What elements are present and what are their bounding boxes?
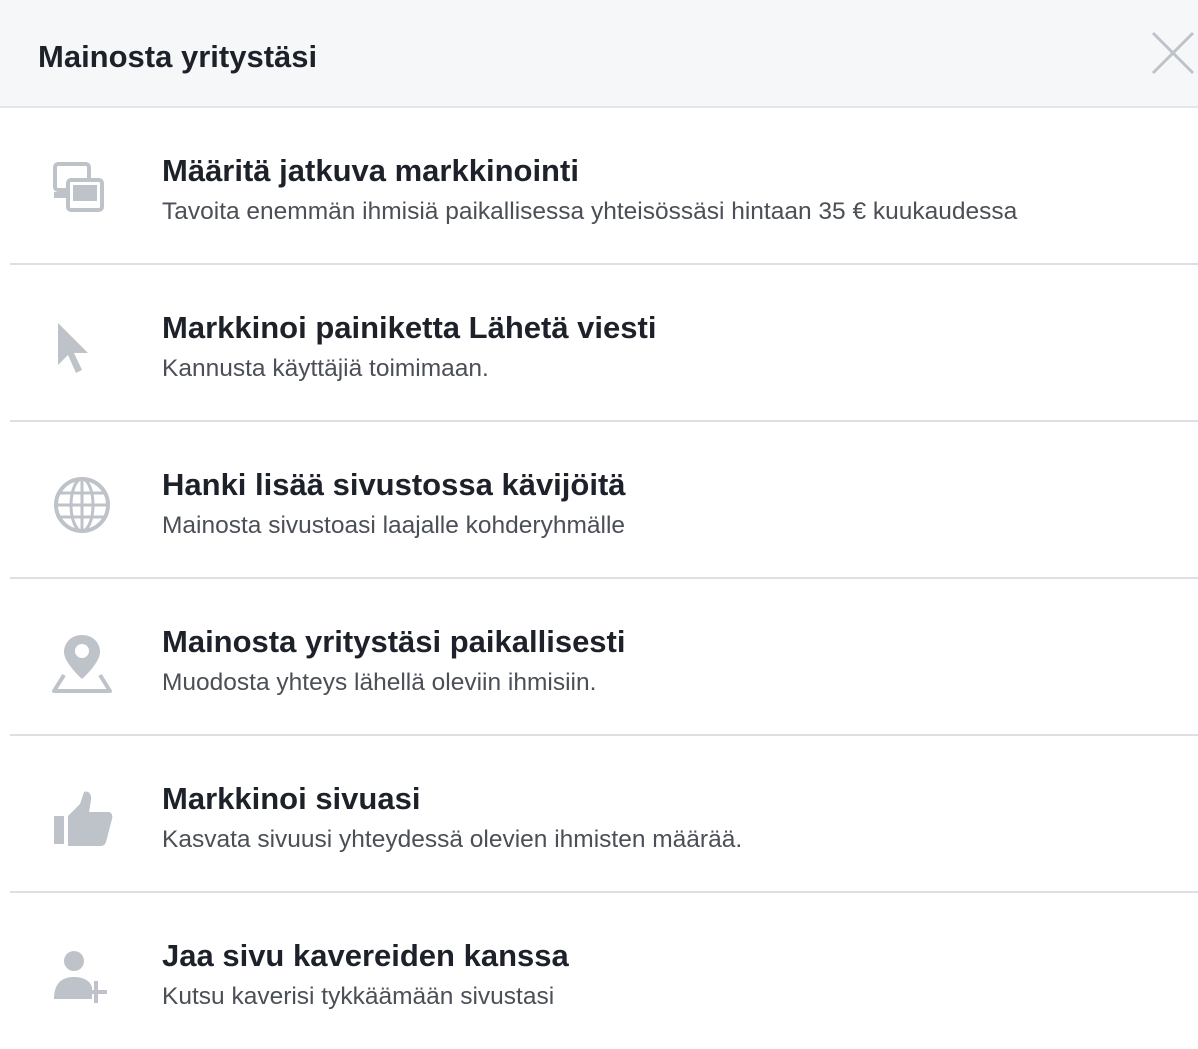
dialog-title: Mainosta yritystäsi — [38, 39, 318, 74]
option-ongoing-marketing[interactable]: Määritä jatkuva markkinointi Tavoita ene… — [0, 108, 1198, 265]
option-title: Hanki lisää sivustossa kävijöitä — [162, 467, 626, 502]
option-description: Kutsu kaverisi tykkäämään sivustasi — [162, 983, 555, 1010]
option-promote-locally[interactable]: Mainosta yritystäsi paikallisesti Muodos… — [0, 579, 1198, 736]
globe-icon — [50, 476, 116, 536]
option-website-visitors[interactable]: Hanki lisää sivustossa kävijöitä Mainost… — [0, 422, 1198, 579]
add-friend-icon — [50, 947, 116, 1007]
option-promote-page[interactable]: Markkinoi sivuasi Kasvata sivuusi yhteyd… — [0, 736, 1198, 893]
option-title: Määritä jatkuva markkinointi — [162, 153, 579, 188]
option-description: Kasvata sivuusi yhteydessä olevien ihmis… — [162, 826, 743, 853]
dialog-header: Mainosta yritystäsi — [0, 0, 1198, 108]
devices-icon — [50, 162, 116, 222]
option-share-with-friends[interactable]: Jaa sivu kavereiden kanssa Kutsu kaveris… — [0, 893, 1198, 1049]
promote-options-list: Määritä jatkuva markkinointi Tavoita ene… — [0, 108, 1198, 1049]
option-title: Markkinoi painiketta Lähetä viesti — [162, 310, 657, 345]
option-title: Markkinoi sivuasi — [162, 781, 421, 816]
cursor-icon — [50, 319, 116, 379]
option-description: Muodosta yhteys lähellä oleviin ihmisiin… — [162, 669, 597, 696]
option-title: Mainosta yritystäsi paikallisesti — [162, 624, 626, 659]
option-description: Mainosta sivustoasi laajalle kohderyhmäl… — [162, 512, 626, 539]
option-description: Kannusta käyttäjiä toimimaan. — [162, 355, 489, 382]
option-description: Tavoita enemmän ihmisiä paikallisessa yh… — [162, 198, 1018, 225]
promote-dialog: Mainosta yritystäsi Määritä jatkuva mark… — [0, 0, 1198, 1049]
option-title: Jaa sivu kavereiden kanssa — [162, 938, 569, 973]
close-button[interactable] — [1150, 30, 1196, 76]
close-icon — [1151, 31, 1195, 75]
option-send-message-button[interactable]: Markkinoi painiketta Lähetä viesti Kannu… — [0, 265, 1198, 422]
thumbs-up-icon — [50, 790, 116, 850]
map-pin-icon — [50, 633, 116, 693]
